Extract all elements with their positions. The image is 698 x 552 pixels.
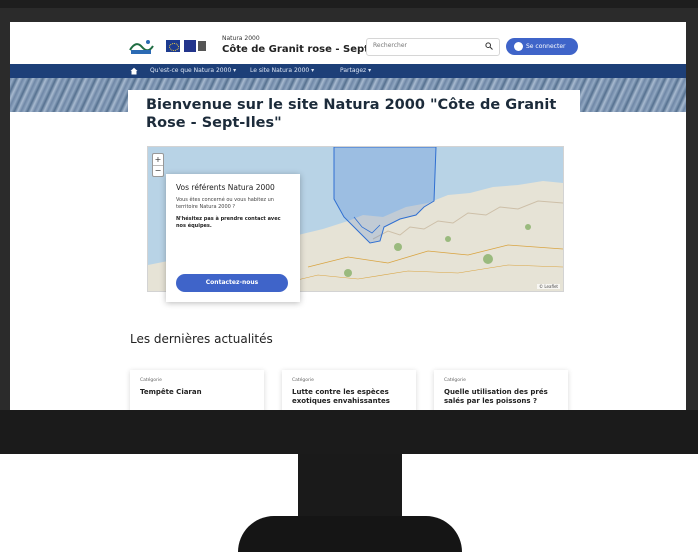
news-headline[interactable]: Lutte contre les espèces exotiques envah… bbox=[292, 388, 410, 406]
user-icon bbox=[514, 42, 523, 51]
french-republic-logo bbox=[184, 40, 196, 52]
popup-strong-text: N'hésitez pas à prendre contact avec nos… bbox=[176, 216, 281, 229]
login-button[interactable]: Se connecter bbox=[506, 38, 578, 55]
news-category: Catégorie bbox=[444, 378, 466, 383]
site-header: Natura 2000 Côte de Granit rose - Sept-I… bbox=[10, 22, 686, 64]
popup-title: Vos référents Natura 2000 bbox=[176, 183, 275, 192]
map-attribution[interactable]: © Leaflet bbox=[537, 284, 560, 289]
search-icon[interactable] bbox=[485, 42, 493, 50]
news-card[interactable]: Catégorie Lutte contre les espèces exoti… bbox=[282, 370, 416, 410]
screen: Natura 2000 Côte de Granit rose - Sept-I… bbox=[10, 22, 686, 410]
main-card: Bienvenue sur le site Natura 2000 "Côte … bbox=[128, 90, 580, 346]
monitor-bezel: Natura 2000 Côte de Granit rose - Sept-I… bbox=[0, 0, 698, 454]
contact-button[interactable]: Contactez-nous bbox=[176, 274, 288, 292]
eu-flag-icon bbox=[166, 40, 180, 52]
news-category: Catégorie bbox=[140, 378, 162, 383]
site-kicker: Natura 2000 bbox=[222, 35, 260, 42]
home-icon[interactable] bbox=[130, 67, 138, 75]
zoom-out-button[interactable]: − bbox=[153, 165, 163, 176]
news-card[interactable]: Catégorie Quelle utilisation des prés sa… bbox=[434, 370, 568, 410]
search-placeholder: Rechercher bbox=[373, 42, 407, 49]
nav-item-site[interactable]: Le site Natura 2000 ▾ bbox=[250, 67, 314, 74]
news-section-title: Les dernières actualités bbox=[130, 332, 273, 346]
nav-item-partagez[interactable]: Partagez ▾ bbox=[340, 67, 371, 74]
contact-popup: Vos référents Natura 2000 Vous êtes conc… bbox=[166, 174, 300, 302]
natura-2000-logo[interactable] bbox=[128, 38, 154, 56]
page-title: Bienvenue sur le site Natura 2000 "Côte … bbox=[146, 97, 557, 131]
monitor-top-edge bbox=[0, 0, 698, 8]
monitor-neck bbox=[298, 454, 402, 516]
popup-text: Vous êtes concerné ou vous habitez un te… bbox=[176, 197, 274, 210]
zoom-control: + − bbox=[152, 153, 164, 177]
login-label: Se connecter bbox=[526, 43, 566, 50]
search-input[interactable]: Rechercher bbox=[366, 38, 500, 56]
prefecture-logo bbox=[198, 41, 206, 51]
nav-item-natura2000[interactable]: Qu'est-ce que Natura 2000 ▾ bbox=[150, 67, 236, 74]
news-card[interactable]: Catégorie Tempête Ciaran bbox=[130, 370, 264, 410]
news-headline[interactable]: Tempête Ciaran bbox=[140, 388, 258, 397]
news-category: Catégorie bbox=[292, 378, 314, 383]
monitor-chin bbox=[0, 410, 698, 454]
monitor-stand bbox=[238, 516, 462, 552]
news-headline[interactable]: Quelle utilisation des prés salés par le… bbox=[444, 388, 562, 406]
main-nav: Qu'est-ce que Natura 2000 ▾ Le site Natu… bbox=[10, 64, 686, 78]
